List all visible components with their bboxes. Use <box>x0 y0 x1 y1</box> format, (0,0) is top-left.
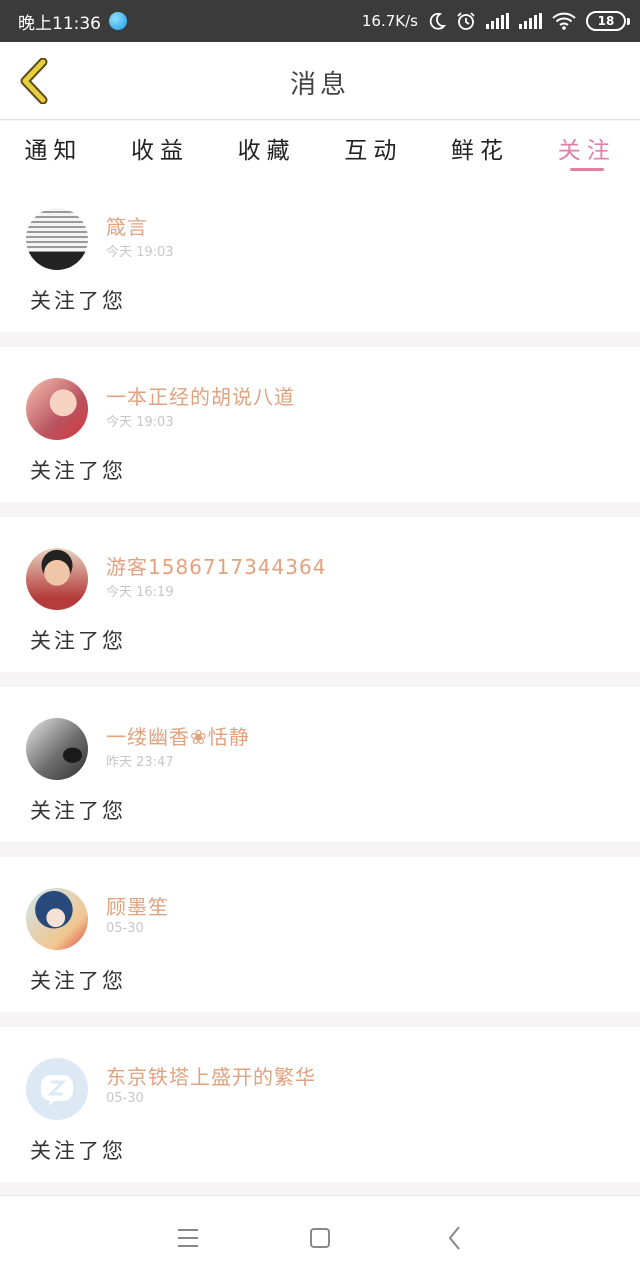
username[interactable]: 一本正经的胡说八道 <box>106 381 295 410</box>
message-text: 关注了您 <box>30 459 126 483</box>
avatar[interactable] <box>26 718 88 780</box>
list-item[interactable]: 箴言 今天 19:03 关注了您 <box>0 177 640 332</box>
default-avatar-icon <box>41 1075 73 1106</box>
tab-favorites[interactable]: 收藏 <box>213 121 320 177</box>
timestamp: 05-30 <box>106 1091 144 1106</box>
username[interactable]: 箴言 <box>106 211 148 240</box>
avatar[interactable] <box>26 208 88 270</box>
list-item[interactable]: 一本正经的胡说八道 今天 19:03 关注了您 <box>0 347 640 502</box>
back-arrow-icon <box>448 1226 460 1250</box>
list-item[interactable]: 游客15867173443​64 今天 16:19 关注了您 <box>0 517 640 672</box>
home-button[interactable] <box>305 1224 335 1252</box>
tab-flowers[interactable]: 鲜花 <box>427 121 534 177</box>
back-nav-button[interactable] <box>440 1224 470 1252</box>
wifi-icon <box>552 12 576 30</box>
status-bar: 晚上11:36 16.7K/s 18 <box>0 0 640 42</box>
system-nav-bar <box>0 1195 640 1280</box>
message-text: 关注了您 <box>30 289 126 313</box>
menu-button[interactable] <box>173 1224 203 1252</box>
message-text: 关注了您 <box>30 1139 126 1163</box>
username[interactable]: 东京铁塔上盛开的繁华 <box>106 1061 316 1090</box>
list-item[interactable]: 东京铁塔上盛开的繁华 05-30 关注了您 <box>0 1027 640 1182</box>
signal-icon <box>486 13 509 29</box>
battery-level: 18 <box>597 14 615 28</box>
list-item[interactable]: 顾墨笙 05-30 关注了您 <box>0 857 640 1012</box>
signal-icon <box>519 13 542 29</box>
avatar[interactable] <box>26 1058 88 1120</box>
tab-interactions[interactable]: 互动 <box>320 121 427 177</box>
message-text: 关注了您 <box>30 969 126 993</box>
timestamp: 今天 19:03 <box>106 245 174 260</box>
tab-notifications[interactable]: 通知 <box>0 121 107 177</box>
timestamp: 今天 19:03 <box>106 415 174 430</box>
alarm-icon <box>457 12 475 30</box>
home-square-icon <box>310 1228 330 1248</box>
username[interactable]: 游客15867173443​64 <box>106 551 326 580</box>
avatar[interactable] <box>26 888 88 950</box>
tab-bar: 通知 收益 收藏 互动 鲜花 关注 <box>0 121 640 177</box>
tab-earnings[interactable]: 收益 <box>107 121 214 177</box>
timestamp: 05-30 <box>106 921 144 936</box>
username[interactable]: 顾墨笙 <box>106 891 169 920</box>
message-text: 关注了您 <box>30 799 126 823</box>
page-title: 消息 <box>289 70 350 100</box>
avatar[interactable] <box>26 548 88 610</box>
avatar[interactable] <box>26 378 88 440</box>
menu-icon <box>178 1229 198 1247</box>
timestamp: 今天 16:19 <box>106 585 174 600</box>
moon-icon <box>429 12 446 30</box>
battery-icon: 18 <box>586 11 630 31</box>
message-text: 关注了您 <box>30 629 126 653</box>
username[interactable]: 一缕幽香❀恬静 <box>106 721 250 750</box>
app-header: 消息 <box>0 42 640 120</box>
status-time: 晚上11:36 <box>18 13 101 34</box>
app-notification-icon <box>109 12 127 30</box>
network-speed: 16.7K/s <box>361 12 418 30</box>
list-item[interactable]: 一缕幽香❀恬静 昨天 23:47 关注了您 <box>0 687 640 842</box>
message-list: 箴言 今天 19:03 关注了您 一本正经的胡说八道 今天 19:03 关注了您… <box>0 177 640 1197</box>
timestamp: 昨天 23:47 <box>106 755 174 770</box>
tab-following[interactable]: 关注 <box>533 121 640 177</box>
